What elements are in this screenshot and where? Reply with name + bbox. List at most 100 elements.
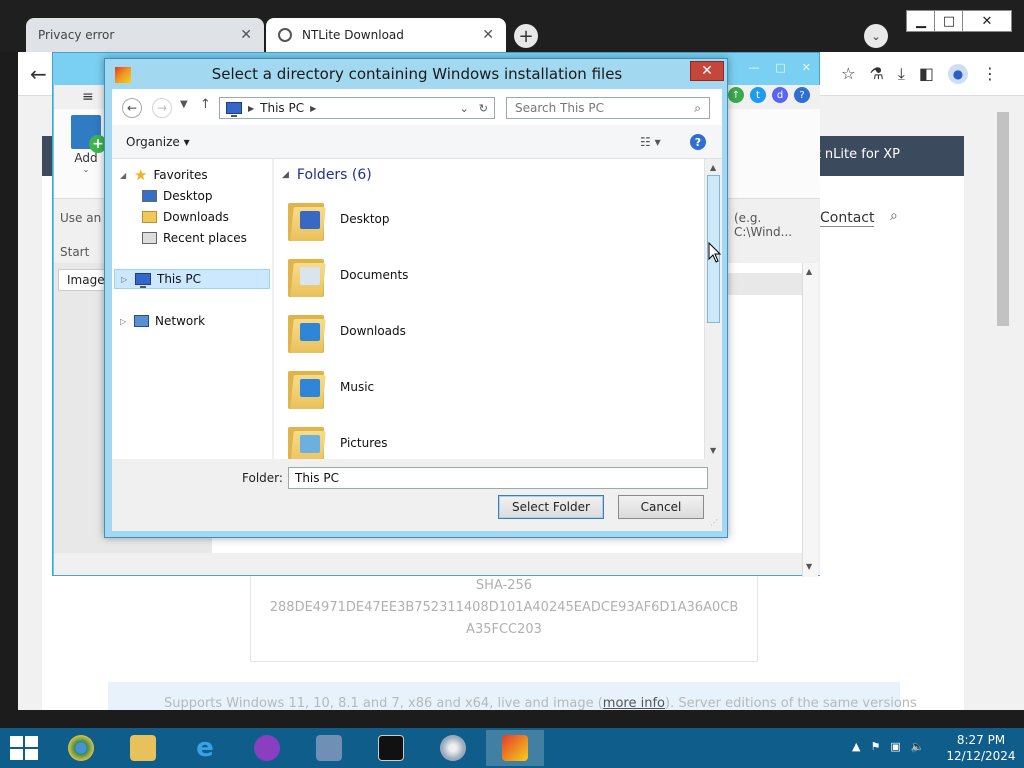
forward-button[interactable]: → — [152, 98, 172, 118]
search-input[interactable]: Search This PC ⌕ — [506, 97, 710, 119]
sidepanel-icon[interactable]: ◧ — [919, 64, 934, 84]
hamburger-menu-icon[interactable]: ≡ — [82, 89, 94, 105]
tab-ntlite-download[interactable]: NTLite Download ✕ — [266, 18, 506, 52]
help-icon[interactable]: ? — [794, 87, 810, 103]
star-bookmark-icon[interactable]: ☆ — [841, 64, 855, 84]
scroll-up-icon[interactable]: ▲ — [710, 163, 716, 172]
tree-item-desktop[interactable]: Desktop — [142, 186, 213, 206]
new-tab-button[interactable]: + — [514, 24, 538, 48]
help-icon[interactable]: ? — [690, 134, 706, 150]
dialog-close-button[interactable]: ✕ — [690, 61, 724, 81]
up-arrow-icon[interactable]: ↑ — [200, 97, 211, 112]
discord-icon[interactable]: d — [772, 87, 788, 103]
taskbar-ntlite[interactable] — [486, 730, 544, 766]
page-scrollbar[interactable] — [996, 106, 1010, 710]
taskbar-explorer[interactable] — [114, 730, 172, 766]
more-info-link[interactable]: more info — [603, 696, 665, 710]
downloads-icon — [142, 211, 157, 223]
folder-badge — [300, 435, 320, 453]
twitter-icon[interactable]: t — [750, 87, 766, 103]
taskbar-ie[interactable]: e — [176, 730, 234, 766]
dialog-title: Select a directory containing Windows in… — [211, 65, 623, 83]
taskbar-cmd[interactable] — [362, 730, 420, 766]
folder-icon — [288, 253, 326, 297]
taskbar-disc[interactable] — [424, 730, 482, 766]
folder-badge — [300, 323, 320, 341]
taskbar-chrome[interactable] — [52, 730, 110, 766]
organize-button[interactable]: Organize ▾ — [126, 135, 190, 149]
maximize-button[interactable]: □ — [934, 10, 964, 32]
recent-dropdown-icon[interactable]: ▼ — [180, 99, 188, 110]
taskbar-app-mask[interactable] — [238, 730, 296, 766]
tab-close-icon[interactable]: ✕ — [482, 27, 494, 43]
tree-item-network[interactable]: ▷ Network — [120, 311, 205, 331]
refresh-icon[interactable]: ↻ — [479, 102, 488, 115]
volume-muted-icon[interactable]: 🔈 — [911, 740, 925, 753]
tree-label: Favorites — [153, 168, 208, 182]
back-button[interactable]: ← — [122, 98, 142, 118]
expand-arrow-icon[interactable]: ▷ — [121, 275, 129, 284]
scroll-up-icon[interactable]: ▲ — [806, 267, 812, 276]
clock[interactable]: 8:27 PM 12/12/2024 — [944, 732, 1018, 764]
address-bar[interactable]: ▶ This PC ▶ ⌄ ↻ — [219, 97, 495, 119]
flag-icon[interactable]: ⚑ — [870, 740, 880, 753]
select-folder-button[interactable]: Select Folder — [498, 495, 604, 519]
ntlite-scrollbar[interactable]: ▲ ▼ — [802, 263, 818, 577]
taskbar-server-manager[interactable] — [300, 730, 358, 766]
tree-item-downloads[interactable]: Downloads — [142, 207, 229, 227]
folder-badge — [300, 267, 320, 285]
network-tray-icon[interactable]: ▣ — [890, 740, 900, 753]
extensions-icon[interactable]: ⚗ — [869, 64, 883, 84]
cancel-button[interactable]: Cancel — [618, 495, 704, 519]
tray-expand-icon[interactable]: ▲ — [852, 740, 860, 753]
browser-titlebar: Privacy error ✕ NTLite Download ✕ + ⌄ ▁ … — [0, 0, 1024, 52]
scroll-down-icon[interactable]: ▼ — [806, 562, 812, 571]
content-scrollbar[interactable]: ▲ ▼ — [704, 159, 722, 459]
maximize-icon[interactable]: □ — [775, 61, 785, 74]
tree-item-favorites[interactable]: ◢ ★ Favorites — [120, 165, 208, 185]
menu-kebab-icon[interactable]: ⋮ — [982, 64, 998, 84]
resize-grip-icon[interactable]: ⋰ — [710, 518, 718, 527]
list-row[interactable] — [724, 273, 804, 295]
scroll-down-icon[interactable]: ▼ — [710, 446, 716, 455]
minimize-icon[interactable]: — — [748, 61, 759, 74]
folder-item-downloads[interactable]: Downloads — [288, 305, 588, 357]
update-icon[interactable]: ↑ — [728, 87, 744, 103]
close-icon[interactable]: ✕ — [802, 61, 811, 74]
tree-item-recent-places[interactable]: Recent places — [142, 228, 247, 248]
organize-label: Organize — [126, 135, 180, 149]
clock-date: 12/12/2024 — [946, 749, 1016, 763]
group-header[interactable]: ◢ Folders (6) — [282, 167, 372, 183]
expand-arrow-icon[interactable]: ◢ — [120, 171, 128, 180]
expand-arrow-icon[interactable]: ▷ — [120, 317, 128, 326]
folder-item-music[interactable]: Music — [288, 361, 588, 413]
add-button[interactable]: Add ⌄ — [68, 115, 107, 174]
collapse-arrow-icon[interactable]: ◢ — [282, 170, 289, 180]
view-options-icon[interactable]: ☷ ▾ — [640, 135, 661, 149]
tree-item-this-pc[interactable]: ▷ This PC — [114, 269, 270, 289]
folder-content: ◢ Folders (6) Desktop Documents Download… — [274, 159, 704, 459]
back-arrow-icon[interactable]: ← — [30, 62, 47, 86]
ntlite-window-controls: — □ ✕ — [748, 61, 811, 74]
folder-label: Music — [340, 380, 375, 394]
folder-item-documents[interactable]: Documents — [288, 249, 588, 301]
tab-search-button[interactable]: ⌄ — [864, 24, 888, 48]
start-button[interactable] — [10, 736, 38, 760]
image-row[interactable]: Image — [58, 269, 110, 291]
close-button[interactable]: ✕ — [962, 10, 1012, 32]
contact-link[interactable]: Contact — [820, 210, 875, 227]
search-icon[interactable]: ⌕ — [890, 208, 898, 224]
minimize-button[interactable]: ▁ — [906, 10, 936, 32]
tab-privacy-error[interactable]: Privacy error ✕ — [26, 18, 264, 52]
search-icon: ⌕ — [694, 100, 701, 115]
profile-avatar[interactable]: ● — [948, 64, 968, 84]
folder-item-pictures[interactable]: Pictures — [288, 417, 588, 459]
tab-close-icon[interactable]: ✕ — [240, 27, 252, 43]
folder-icon — [288, 309, 326, 353]
download-icon[interactable]: ⤓ — [898, 64, 905, 84]
folder-field[interactable]: This PC — [288, 467, 708, 489]
address-dropdown-icon[interactable]: ⌄ — [460, 102, 469, 115]
folder-item-desktop[interactable]: Desktop — [288, 193, 588, 245]
page-scroll-thumb[interactable] — [997, 112, 1009, 326]
disc-app-icon — [440, 735, 466, 761]
